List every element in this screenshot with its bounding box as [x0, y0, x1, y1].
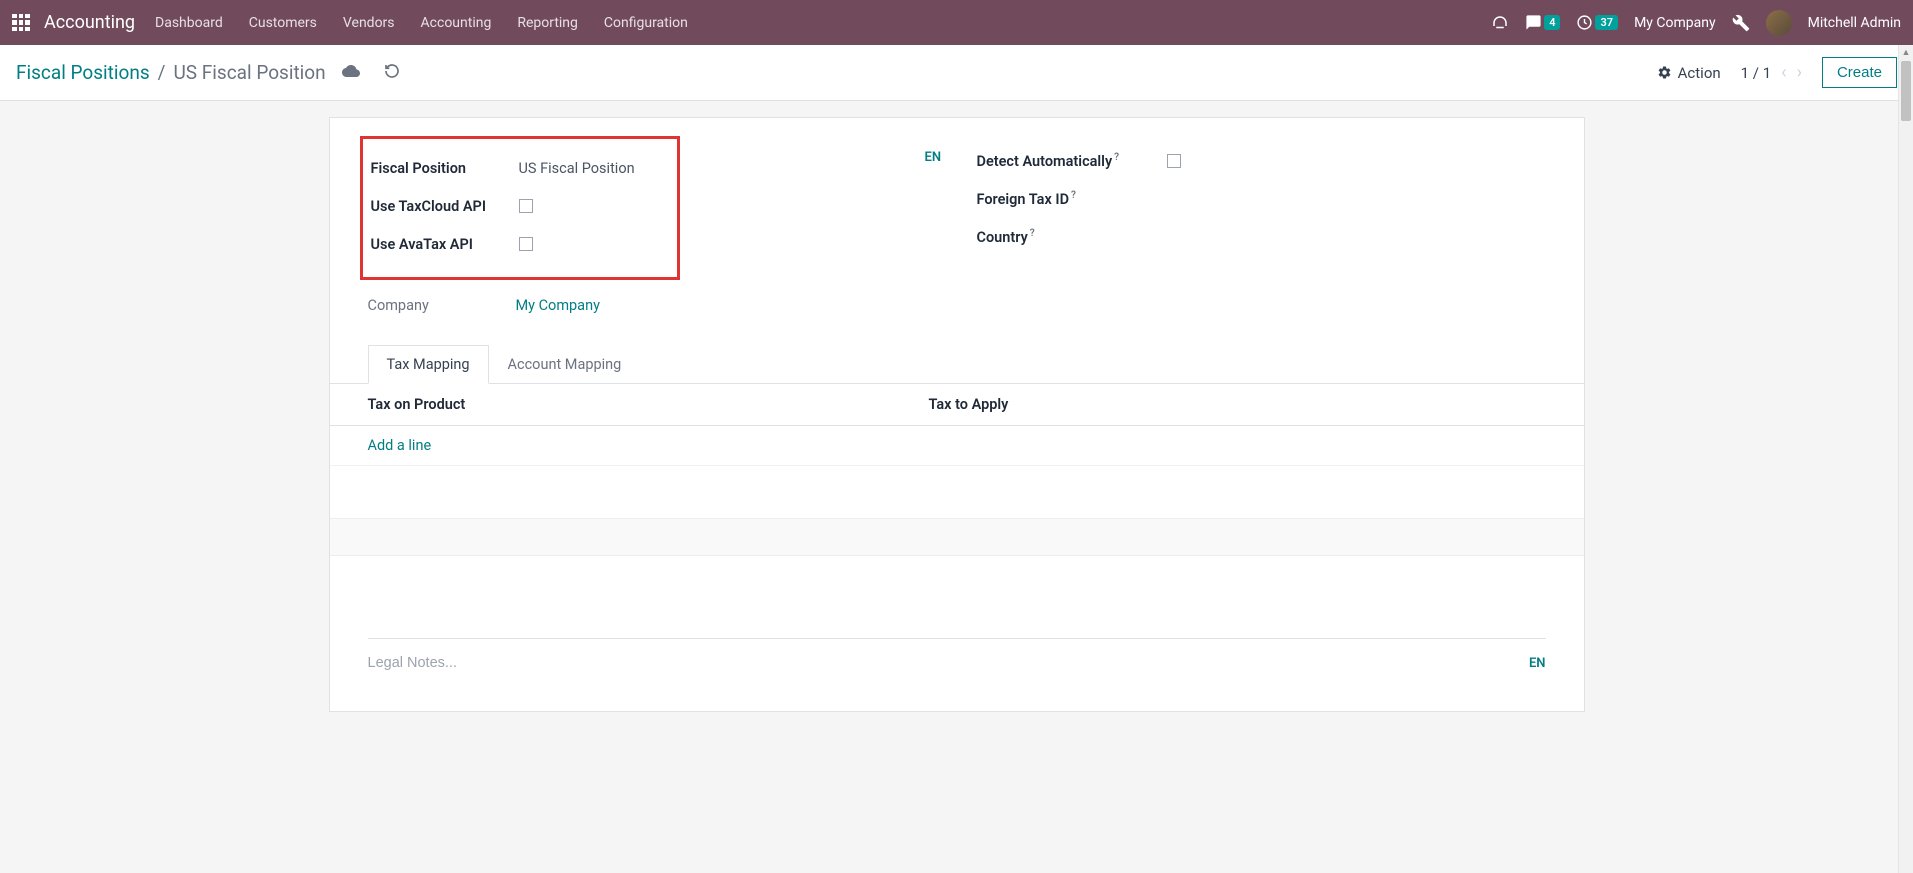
breadcrumb-current: US Fiscal Position	[173, 61, 325, 84]
blank-row	[330, 466, 1584, 518]
cloud-save-icon[interactable]	[342, 62, 360, 84]
table-row: Add a line	[330, 426, 1584, 466]
field-detect-auto: Detect Automatically?	[977, 142, 1546, 180]
field-foreign-tax: Foreign Tax ID?	[977, 180, 1546, 218]
pager-text: 1 / 1	[1741, 64, 1772, 82]
messages-icon[interactable]: 4	[1525, 14, 1560, 31]
tabs: Tax Mapping Account Mapping	[330, 344, 1584, 384]
country-label: Country?	[977, 228, 1167, 246]
en-language-tag[interactable]: EN	[925, 150, 942, 165]
company-value[interactable]: My Company	[516, 297, 600, 314]
field-country: Country?	[977, 218, 1546, 256]
company-switcher[interactable]: My Company	[1634, 15, 1716, 31]
menu-accounting[interactable]: Accounting	[421, 15, 492, 31]
table-header: Tax on Product Tax to Apply	[330, 384, 1584, 426]
fiscal-position-value[interactable]: US Fiscal Position	[519, 160, 635, 177]
field-use-avatax: Use AvaTax API	[371, 225, 665, 263]
form-container: Fiscal Position US Fiscal Position Use T…	[257, 101, 1657, 712]
left-column: Fiscal Position US Fiscal Position Use T…	[368, 142, 937, 324]
menu-customers[interactable]: Customers	[249, 15, 317, 31]
menu-reporting[interactable]: Reporting	[517, 15, 578, 31]
use-avatax-checkbox[interactable]	[519, 237, 533, 251]
highlight-box: Fiscal Position US Fiscal Position Use T…	[360, 136, 680, 280]
create-button[interactable]: Create	[1822, 57, 1897, 88]
en-language-tag[interactable]: EN	[1529, 656, 1546, 671]
use-taxcloud-label: Use TaxCloud API	[371, 198, 519, 215]
form-grid: Fiscal Position US Fiscal Position Use T…	[330, 142, 1584, 324]
blank-row	[330, 556, 1584, 608]
activities-icon[interactable]: 37	[1576, 14, 1618, 31]
main-menu: Dashboard Customers Vendors Accounting R…	[155, 15, 688, 31]
legal-notes-section: EN	[368, 638, 1546, 711]
form-sheet: Fiscal Position US Fiscal Position Use T…	[329, 117, 1585, 712]
add-line-link[interactable]: Add a line	[368, 437, 432, 454]
fiscal-position-label: Fiscal Position	[371, 160, 519, 177]
field-company: Company My Company	[368, 286, 937, 324]
activities-badge: 37	[1595, 15, 1618, 30]
pager-prev-icon[interactable]: ‹	[1781, 62, 1786, 83]
nav-right: 4 37 My Company Mitchell Admin	[1491, 10, 1901, 36]
menu-dashboard[interactable]: Dashboard	[155, 15, 223, 31]
breadcrumb-parent[interactable]: Fiscal Positions	[16, 61, 150, 84]
tab-account-mapping[interactable]: Account Mapping	[489, 345, 641, 384]
field-fiscal-position: Fiscal Position US Fiscal Position	[371, 149, 665, 187]
help-icon[interactable]: ?	[1071, 190, 1076, 201]
action-button[interactable]: Action	[1657, 64, 1721, 82]
company-label: Company	[368, 297, 516, 314]
menu-configuration[interactable]: Configuration	[604, 15, 688, 31]
foreign-tax-label: Foreign Tax ID?	[977, 190, 1167, 208]
messages-badge: 4	[1544, 15, 1560, 30]
control-right: Action 1 / 1 ‹ › Create	[1657, 57, 1897, 88]
tab-tax-mapping[interactable]: Tax Mapping	[368, 345, 489, 384]
help-icon[interactable]: ?	[1030, 228, 1035, 239]
legal-notes-input[interactable]	[368, 655, 1517, 671]
control-bar: Fiscal Positions / US Fiscal Position Ac…	[0, 45, 1913, 101]
top-nav: Accounting Dashboard Customers Vendors A…	[0, 0, 1913, 45]
right-column: EN Detect Automatically? Foreign Tax ID?…	[977, 142, 1546, 324]
detect-auto-label: Detect Automatically?	[977, 152, 1167, 170]
avatar[interactable]	[1766, 10, 1792, 36]
breadcrumb-sep: /	[158, 61, 166, 84]
pager-next-icon[interactable]: ›	[1797, 62, 1802, 83]
scrollbar-up-icon[interactable]: ▲	[1899, 45, 1913, 60]
discard-icon[interactable]	[384, 63, 400, 83]
apps-icon[interactable]	[12, 14, 30, 32]
use-avatax-label: Use AvaTax API	[371, 236, 519, 253]
user-name[interactable]: Mitchell Admin	[1808, 15, 1901, 31]
field-use-taxcloud: Use TaxCloud API	[371, 187, 665, 225]
app-brand[interactable]: Accounting	[44, 12, 135, 33]
action-label: Action	[1678, 64, 1721, 82]
detect-auto-checkbox[interactable]	[1167, 154, 1181, 168]
menu-vendors[interactable]: Vendors	[343, 15, 395, 31]
use-taxcloud-checkbox[interactable]	[519, 199, 533, 213]
tax-mapping-table: Tax on Product Tax to Apply Add a line	[330, 384, 1584, 608]
col-tax-on-product: Tax on Product	[368, 396, 929, 413]
col-tax-to-apply: Tax to Apply	[928, 396, 1545, 413]
help-icon[interactable]: ?	[1114, 152, 1119, 163]
debug-icon[interactable]	[1732, 14, 1750, 32]
support-icon[interactable]	[1491, 14, 1509, 32]
scrollbar[interactable]: ▲	[1898, 45, 1913, 873]
gear-icon	[1657, 65, 1672, 80]
pager: 1 / 1 ‹ ›	[1741, 62, 1802, 83]
spacer-row	[330, 518, 1584, 556]
breadcrumb: Fiscal Positions / US Fiscal Position	[16, 61, 400, 84]
scrollbar-thumb[interactable]	[1901, 61, 1911, 121]
